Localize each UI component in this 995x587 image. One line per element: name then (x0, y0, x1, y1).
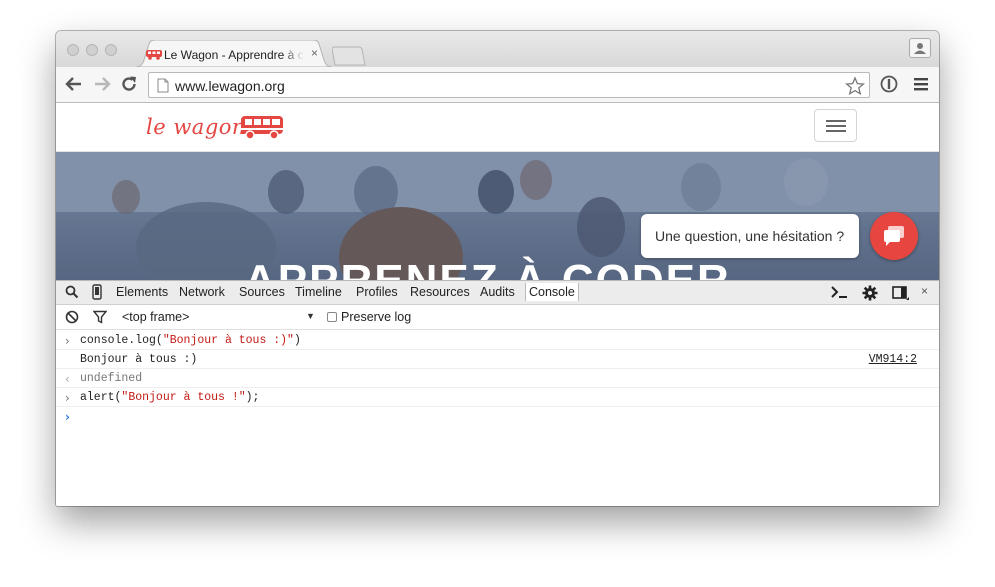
result-value: undefined (80, 372, 143, 385)
devtools-tab-resources[interactable]: Resources (410, 285, 470, 299)
frame-select[interactable]: <top frame> (122, 310, 189, 324)
reload-icon[interactable] (120, 75, 138, 93)
console-filter-bar: <top frame> ▼ Preserve log (56, 305, 939, 330)
dock-side-icon[interactable] (892, 286, 910, 302)
web-page: le wagon Une question, une hésitation ? (56, 103, 939, 280)
tab-close-icon[interactable]: × (311, 46, 318, 60)
tab-strip: Le Wagon - Apprendre à coder × (56, 31, 939, 67)
devtools-toolbar: Elements Network Sources Timeline Profil… (56, 280, 939, 305)
devtools-close-icon[interactable]: × (921, 284, 928, 298)
back-arrow-icon[interactable] (65, 75, 83, 93)
preserve-log-checkbox[interactable] (327, 312, 337, 322)
input-prompt-icon: › (65, 334, 70, 348)
url-text: www.lewagon.org (175, 78, 285, 94)
minimize-window-button[interactable] (86, 44, 98, 56)
devtools-tab-elements[interactable]: Elements (116, 285, 168, 299)
close-window-button[interactable] (67, 44, 79, 56)
chevron-down-icon[interactable]: ▼ (306, 311, 315, 321)
bus-favicon-icon (146, 50, 162, 60)
tab-title: Le Wagon - Apprendre à coder (164, 48, 304, 62)
console-command: console.log("Bonjour à tous :)") (80, 334, 301, 347)
code-end: ); (245, 391, 260, 404)
code-string: "Bonjour à tous !" (121, 391, 246, 404)
zoom-window-button[interactable] (105, 44, 117, 56)
clear-console-icon[interactable] (65, 310, 79, 324)
profile-button[interactable] (909, 38, 931, 58)
log-message: Bonjour à tous :) (80, 353, 198, 366)
devtools-tab-profiles[interactable]: Profiles (356, 285, 398, 299)
devtools-tab-console[interactable]: Console (525, 283, 579, 301)
bookmark-star-icon[interactable] (845, 76, 865, 96)
code-string: "Bonjour à tous :)" (162, 334, 294, 347)
console-log-line: Bonjour à tous :) VM914:2 (56, 350, 939, 369)
filter-icon[interactable] (93, 310, 107, 324)
console-input-line[interactable]: › alert("Bonjour à tous !"); (56, 388, 939, 407)
console-result-line: ‹ undefined (56, 369, 939, 388)
site-menu-toggle-button[interactable] (814, 109, 857, 142)
console-input-line[interactable]: › console.log("Bonjour à tous :)") (56, 331, 939, 350)
chat-bubbles-icon (884, 226, 904, 246)
code-fn: console.log( (80, 334, 163, 347)
console-prompt[interactable]: › (56, 407, 939, 506)
code-fn: alert( (80, 391, 122, 404)
window-controls (67, 44, 117, 56)
input-prompt-icon: › (65, 391, 70, 405)
page-icon (157, 78, 169, 93)
hero-title: APPRENEZ À CODER (244, 256, 731, 280)
browser-window: Le Wagon - Apprendre à coder × (56, 31, 939, 506)
chat-button[interactable] (870, 212, 918, 260)
forward-arrow-icon[interactable] (93, 75, 111, 93)
browser-toolbar: www.lewagon.org (56, 67, 939, 103)
search-icon[interactable] (65, 285, 79, 299)
console-command: alert("Bonjour à tous !"); (80, 391, 259, 404)
result-arrow-icon: ‹ (65, 372, 70, 386)
devtools-panel: Elements Network Sources Timeline Profil… (56, 280, 939, 506)
bus-logo-icon[interactable] (240, 115, 284, 141)
tab-lewagon[interactable]: Le Wagon - Apprendre à coder × (136, 40, 332, 67)
devtools-tab-audits[interactable]: Audits (480, 285, 515, 299)
site-logo-text[interactable]: le wagon (146, 115, 246, 139)
active-prompt-icon: › (65, 410, 70, 424)
menu-icon[interactable] (913, 75, 929, 93)
new-tab-button[interactable] (332, 46, 366, 66)
devtools-tab-timeline[interactable]: Timeline (295, 285, 342, 299)
extension-info-icon[interactable] (880, 75, 898, 93)
console-drawer-icon[interactable] (830, 285, 848, 299)
chat-prompt-bubble[interactable]: Une question, une hésitation ? (641, 214, 859, 258)
devtools-tab-sources[interactable]: Sources (239, 285, 285, 299)
address-bar[interactable]: www.lewagon.org (148, 72, 870, 98)
device-mode-icon[interactable] (92, 284, 102, 300)
chat-prompt-text: Une question, une hésitation ? (655, 228, 845, 244)
person-icon (914, 43, 926, 54)
hero-banner: APPRENEZ À CODER Une question, une hésit… (56, 152, 939, 280)
site-header: le wagon (56, 103, 939, 152)
devtools-tab-network[interactable]: Network (179, 285, 225, 299)
gear-icon[interactable] (862, 285, 878, 301)
preserve-log-label: Preserve log (341, 310, 412, 324)
log-source-link[interactable]: VM914:2 (869, 353, 917, 366)
code-end: ) (293, 334, 301, 347)
